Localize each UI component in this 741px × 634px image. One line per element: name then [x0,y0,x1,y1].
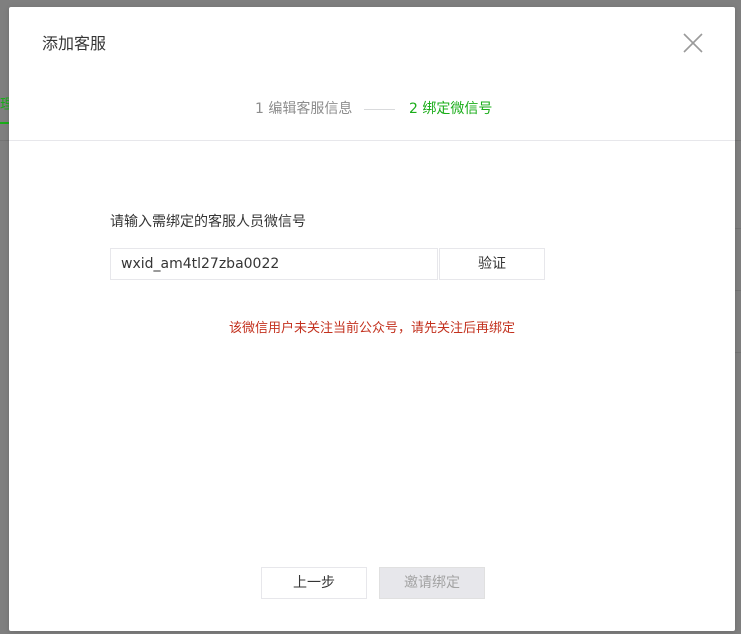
previous-step-button[interactable]: 上一步 [261,567,367,599]
close-button[interactable] [681,31,705,55]
wechat-id-label: 请输入需绑定的客服人员微信号 [110,214,306,230]
backdrop-row-divider [735,290,741,291]
invite-bind-button[interactable]: 邀请绑定 [379,567,485,599]
add-customer-service-dialog: 添加客服 1 编辑客服信息 2 绑定微信号 请输入需绑定的客服人员微信号 验证 … [9,7,735,631]
step-indicator: 1 编辑客服信息 2 绑定微信号 [9,97,735,121]
step-connector [364,109,395,110]
wechat-id-input[interactable] [110,248,438,280]
backdrop-row-divider [735,228,741,229]
verify-button[interactable]: 验证 [439,248,545,280]
backdrop-row-divider [735,352,741,353]
step-edit-info: 1 编辑客服信息 [255,101,353,117]
error-message: 该微信用户未关注当前公众号，请先关注后再绑定 [228,321,515,336]
header-divider [9,140,735,141]
step-bind-wechat: 2 绑定微信号 [409,101,493,117]
backdrop-tab-underline [0,122,9,124]
dialog-title: 添加客服 [42,34,107,53]
backdrop-tab-label: 理 [0,97,9,113]
close-icon [683,33,703,53]
